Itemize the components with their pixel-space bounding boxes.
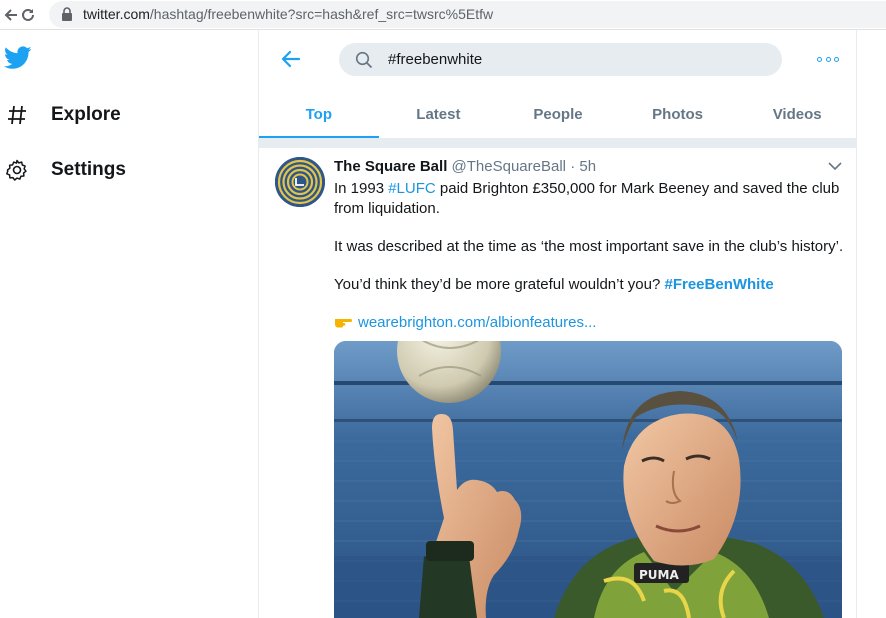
search-tabs: Top Latest People Photos Videos xyxy=(259,90,857,138)
search-box[interactable] xyxy=(339,43,782,76)
tweet-paragraph: wearebrighton.com/albionfeatures... xyxy=(334,313,846,333)
back-arrow-icon[interactable] xyxy=(279,47,303,71)
tweet-timestamp[interactable]: 5h xyxy=(579,158,596,175)
tweet[interactable]: The Square Ball @TheSquareBall · 5h In 1… xyxy=(259,148,857,618)
hashtag-link-freebenwhite[interactable]: #FreeBenWhite xyxy=(665,276,774,293)
more-options-icon[interactable] xyxy=(817,52,839,66)
left-sidebar: Explore Settings xyxy=(0,30,258,618)
lock-icon xyxy=(62,7,72,21)
tab-photos[interactable]: Photos xyxy=(618,90,738,138)
sidebar-item-label: Explore xyxy=(51,104,121,125)
browser-reload-icon[interactable] xyxy=(17,4,39,26)
tweet-paragraph: You’d think they’d be more grateful woul… xyxy=(334,276,774,293)
search-icon xyxy=(355,51,373,69)
sidebar-item-label: Settings xyxy=(51,159,126,180)
hashtag-icon xyxy=(2,100,32,130)
tweet-paragraph: In 1993 #LUFC paid Brighton £350,000 for… xyxy=(334,180,840,217)
section-divider xyxy=(259,138,857,148)
tweet-header: The Square Ball @TheSquareBall · 5h xyxy=(334,158,596,175)
gear-icon xyxy=(2,155,32,185)
search-header xyxy=(259,30,857,90)
browser-toolbar: twitter.com/hashtag/freebenwhite?src=has… xyxy=(0,0,886,30)
twitter-logo-icon[interactable] xyxy=(4,46,32,70)
tab-top[interactable]: Top xyxy=(259,90,379,138)
address-bar[interactable]: twitter.com/hashtag/freebenwhite?src=has… xyxy=(49,1,886,28)
url-text: twitter.com/hashtag/freebenwhite?src=has… xyxy=(83,6,494,22)
sidebar-item-settings[interactable]: Settings xyxy=(2,155,126,185)
external-link[interactable]: wearebrighton.com/albionfeatures... xyxy=(358,314,596,331)
tab-latest[interactable]: Latest xyxy=(379,90,499,138)
sidebar-item-explore[interactable]: Explore xyxy=(2,100,121,130)
tweet-photo[interactable]: PUMA xyxy=(334,341,842,618)
pointing-finger-icon xyxy=(335,319,352,328)
separator-dot: · xyxy=(570,158,576,175)
tweet-paragraph: It was described at the time as ‘the mos… xyxy=(334,238,844,255)
svg-text:PUMA: PUMA xyxy=(639,568,679,582)
tab-people[interactable]: People xyxy=(498,90,618,138)
author-handle[interactable]: @TheSquareBall xyxy=(452,158,566,175)
hashtag-link-lufc[interactable]: #LUFC xyxy=(388,180,436,197)
tab-videos[interactable]: Videos xyxy=(737,90,857,138)
avatar[interactable] xyxy=(275,157,325,207)
chevron-down-icon[interactable] xyxy=(828,161,842,171)
main-column: Top Latest People Photos Videos The Squa… xyxy=(258,30,857,618)
author-name[interactable]: The Square Ball xyxy=(334,158,447,175)
tweet-text: In 1993 #LUFC paid Brighton £350,000 for… xyxy=(334,179,846,351)
search-input[interactable] xyxy=(388,43,768,76)
